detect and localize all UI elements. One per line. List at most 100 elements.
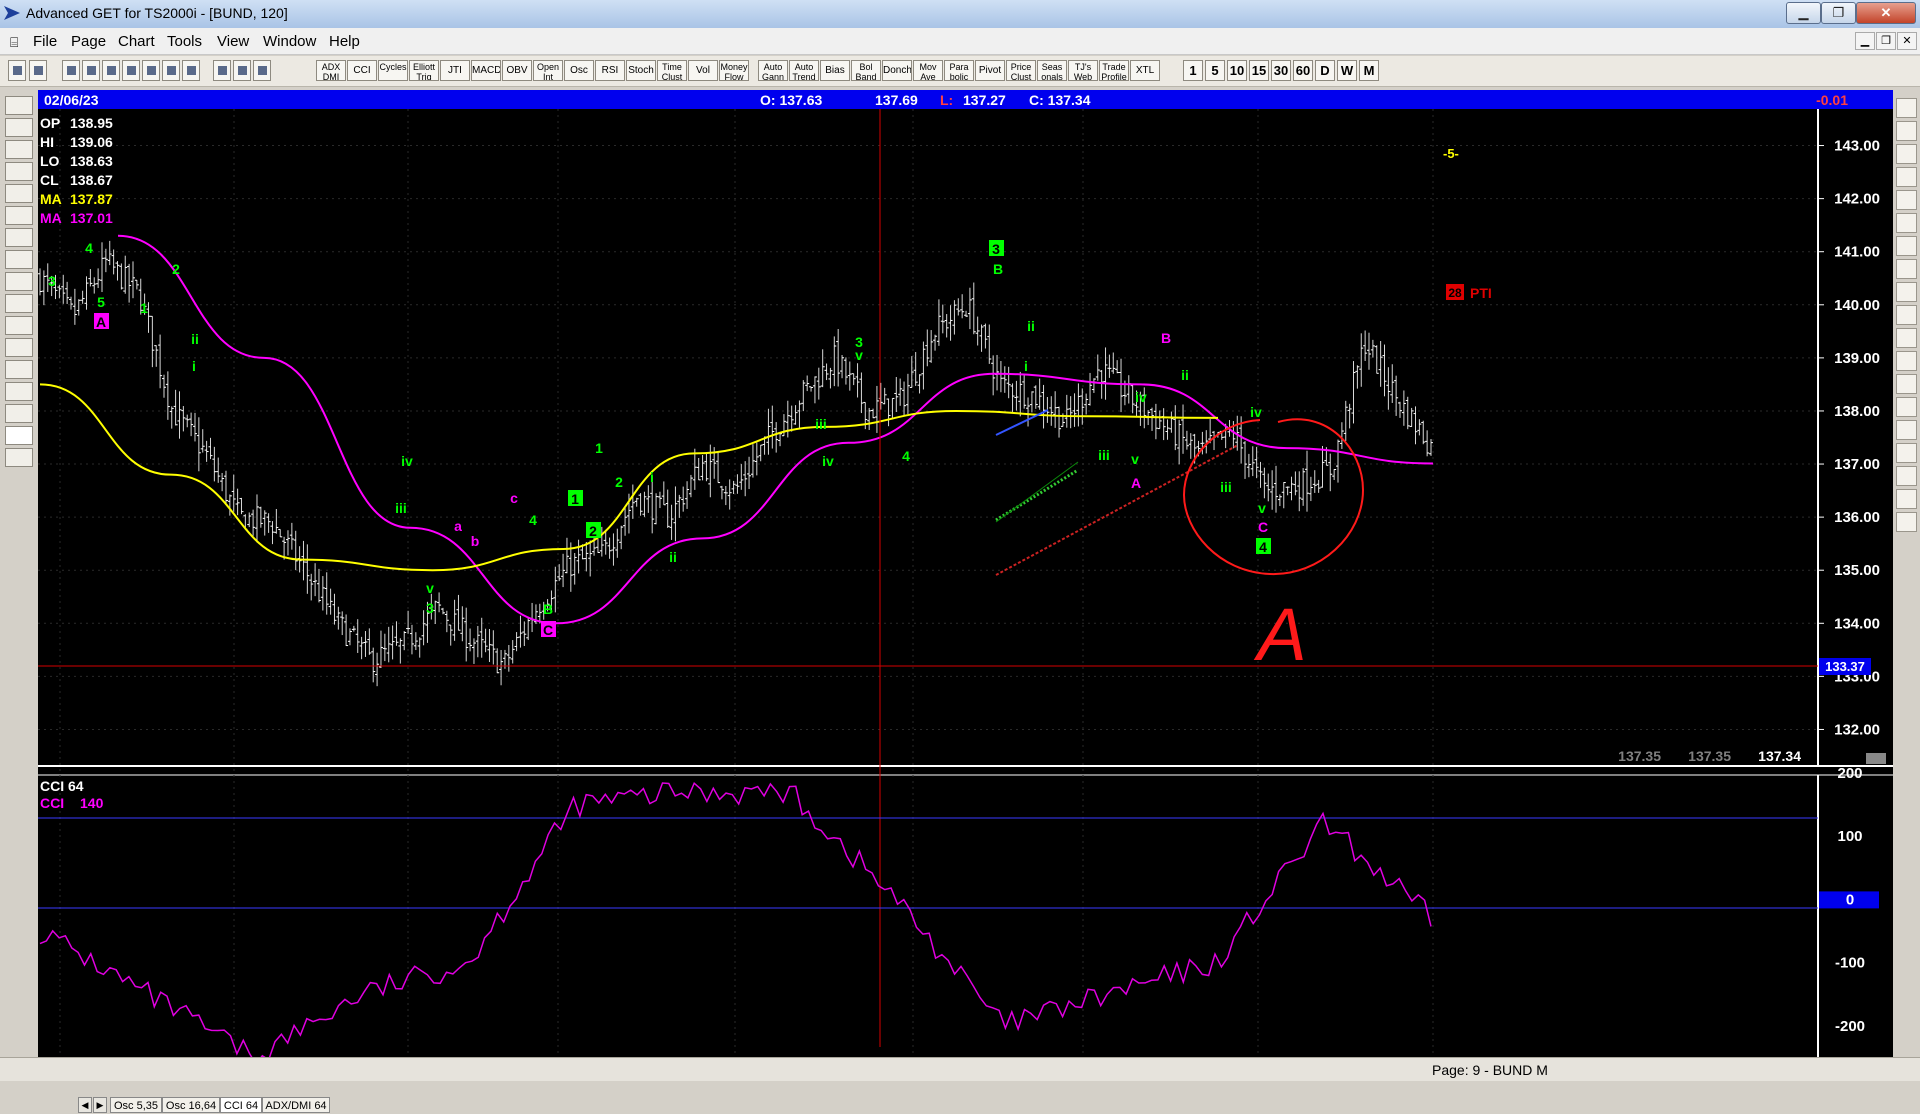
close-tool-icon[interactable] [1896,98,1917,118]
open-page-icon[interactable] [5,96,33,115]
zoom-icon[interactable] [1896,420,1917,440]
period-button-1[interactable]: 1 [1183,60,1203,81]
period-button-m[interactable]: M [1359,60,1379,81]
study-button-bol-band[interactable]: Bol Band [851,60,881,81]
study-button-auto-gann[interactable]: Auto Gann [758,60,788,81]
study-button-open-int[interactable]: Open Int [533,60,563,81]
fib-extension-icon[interactable] [1896,190,1917,210]
study-button-adx-dmi[interactable]: ADX DMI [316,60,346,81]
study-button-rsi[interactable]: RSI [595,60,625,81]
period-button-15[interactable]: 15 [1249,60,1269,81]
gann-icon[interactable] [5,382,33,401]
study-button-cycles[interactable]: Cycles [378,60,408,81]
fib-retracement-icon[interactable] [1896,167,1917,187]
marker-icon[interactable] [1896,443,1917,463]
study-button-para-bolic[interactable]: Para bolic [944,60,974,81]
mdi-minimize-icon[interactable]: ▁ [1855,32,1875,50]
undo-icon[interactable] [1896,512,1917,532]
grid-tool-icon[interactable] [1896,351,1917,371]
study-button-xtl[interactable]: XTL [1130,60,1160,81]
arrow-left-icon[interactable] [5,250,33,269]
hint-icon[interactable] [233,60,251,81]
scroll-right-icon[interactable] [122,60,140,81]
mdi-close-icon[interactable]: ✕ [1897,32,1917,50]
document-icon[interactable]: ⌸ [10,34,18,51]
probability-icon[interactable] [1896,374,1917,394]
fib-time-icon[interactable] [1896,213,1917,233]
mdi-restore-icon[interactable]: ❐ [1876,32,1896,50]
fib-tool-icon[interactable] [5,404,33,423]
study-button-auto-trend[interactable]: Auto Trend [789,60,819,81]
print-icon[interactable] [213,60,231,81]
pti-icon[interactable] [1896,328,1917,348]
copy-chart-icon[interactable] [82,60,100,81]
study-button-macd[interactable]: MACD [471,60,501,81]
crosshair-icon[interactable] [5,426,33,445]
study-button-cci[interactable]: CCI [347,60,377,81]
menu-tools[interactable]: Tools [167,33,202,50]
study-button-price-clust[interactable]: Price Clust [1006,60,1036,81]
menu-window[interactable]: Window [263,33,316,50]
tab-adx-dmi-64[interactable]: ADX/DMI 64 [262,1097,330,1113]
elliott-icon[interactable] [5,184,33,203]
study-button-pivot[interactable]: Pivot [975,60,1005,81]
text-icon[interactable] [1896,397,1917,417]
study-icon[interactable] [5,162,33,181]
tab-scroll-left-icon[interactable]: ◀ [78,1097,92,1113]
reset-icon[interactable] [5,140,33,159]
study-button-elliott-trig[interactable]: Elliott Trig [409,60,439,81]
expand-icon[interactable] [5,316,33,335]
grid-icon[interactable] [182,60,200,81]
period-button-5[interactable]: 5 [1205,60,1225,81]
period-button-d[interactable]: D [1315,60,1335,81]
study-button-obv[interactable]: OBV [502,60,532,81]
tab-osc-5-35[interactable]: Osc 5,35 [110,1097,162,1113]
tile-icon[interactable] [142,60,160,81]
trend-lines-icon[interactable] [5,360,33,379]
study-button-stoch[interactable]: Stoch [626,60,656,81]
study-button-vol[interactable]: Vol [688,60,718,81]
pointer-icon[interactable] [8,60,26,81]
arrow-down-icon[interactable] [5,228,33,247]
study-button-money-flow[interactable]: Money Flow [719,60,749,81]
menu-chart[interactable]: Chart [118,33,155,50]
reload-icon[interactable] [5,118,33,137]
period-button-w[interactable]: W [1337,60,1357,81]
period-button-30[interactable]: 30 [1271,60,1291,81]
new-page-icon[interactable] [62,60,80,81]
minimize-icon[interactable]: ▁ [1786,2,1821,24]
quote-icon[interactable] [29,60,47,81]
study-button-osc[interactable]: Osc [564,60,594,81]
context-help-icon[interactable] [253,60,271,81]
tab-scroll-right-icon[interactable]: ▶ [93,1097,107,1113]
scroll-left-icon[interactable] [102,60,120,81]
andrews-pitchfork-icon[interactable] [1896,282,1917,302]
maximize-icon[interactable]: ❐ [1821,2,1856,24]
ruler-icon[interactable] [1896,466,1917,486]
menu-view[interactable]: View [217,33,249,50]
chart-area[interactable]: 02/06/23 O: 137.63 137.69 L: 137.27 C: 1… [38,90,1893,1114]
study-button-mov-ave[interactable]: Mov Ave [913,60,943,81]
study-button-trade-profile[interactable]: Trade Profile [1099,60,1129,81]
period-button-10[interactable]: 10 [1227,60,1247,81]
menu-help[interactable]: Help [329,33,360,50]
fibonacci-icon[interactable] [5,294,33,313]
oscillator-icon[interactable] [1896,489,1917,509]
study-button-tj-s-web[interactable]: TJ's Web [1068,60,1098,81]
circle-tool-icon[interactable] [1896,236,1917,256]
study-button-time-clust[interactable]: Time Clust [657,60,687,81]
study-button-bias[interactable]: Bias [820,60,850,81]
menu-page[interactable]: Page [71,33,106,50]
menu-file[interactable]: File [33,33,57,50]
grid-view-icon[interactable] [5,338,33,357]
study-button-seas-onals[interactable]: Seas onals [1037,60,1067,81]
chart-canvas[interactable]: 02/06/23 O: 137.63 137.69 L: 137.27 C: 1… [38,90,1893,1114]
eraser-icon[interactable] [1896,144,1917,164]
cross-icon[interactable] [162,60,180,81]
ellipse-icon[interactable] [1896,305,1917,325]
study-button-donch[interactable]: Donch [882,60,912,81]
study-button-jti[interactable]: JTI [440,60,470,81]
arrow-up-icon[interactable] [5,206,33,225]
tab-cci-64[interactable]: CCI 64 [220,1097,262,1113]
parallel-lines-icon[interactable] [1896,259,1917,279]
